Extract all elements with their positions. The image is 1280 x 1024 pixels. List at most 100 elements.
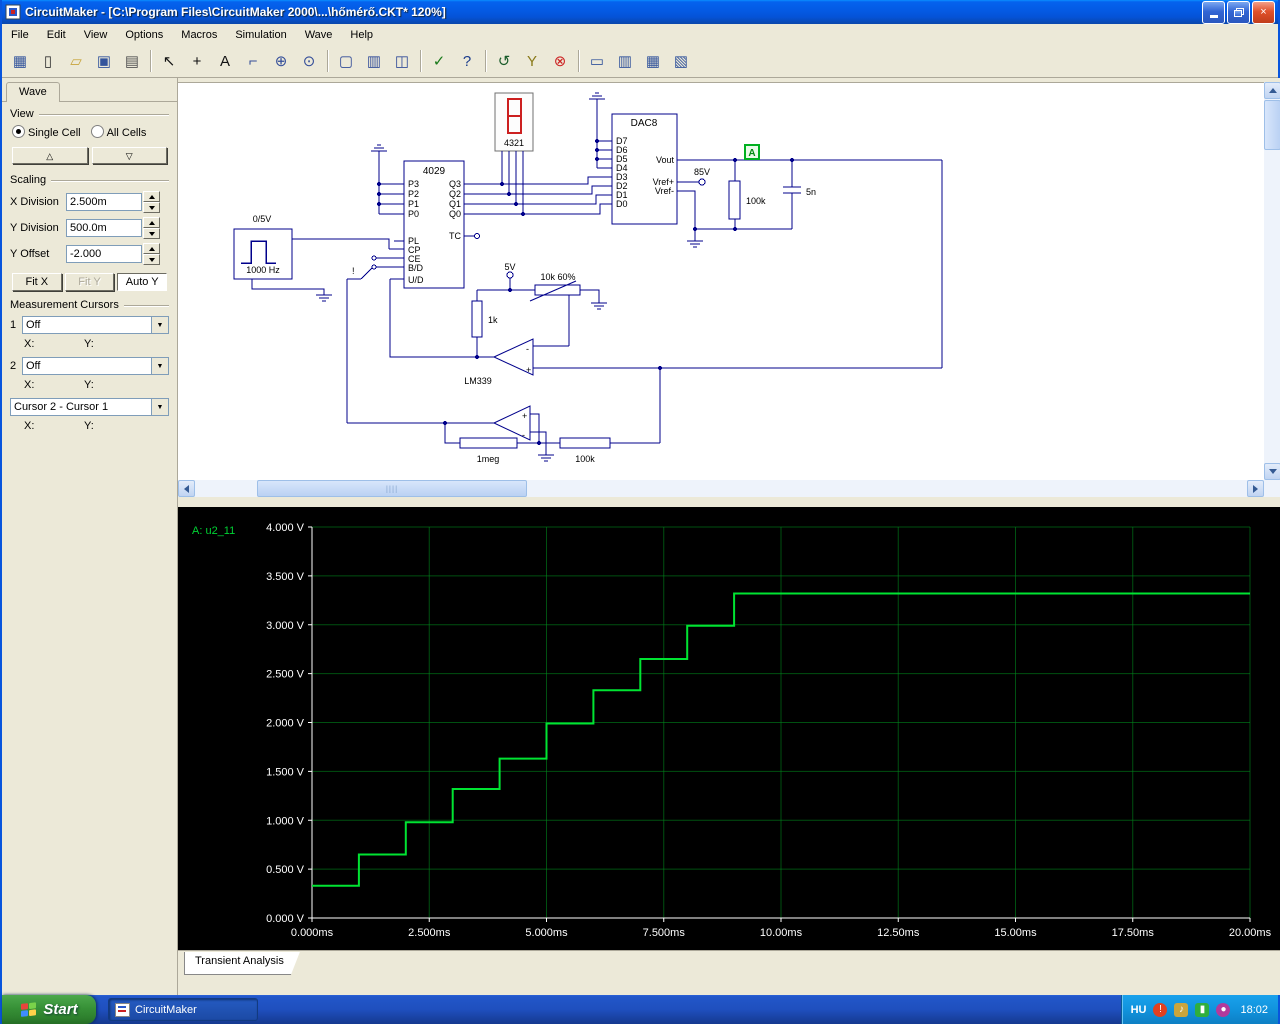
single-cell-radio[interactable]: Single Cell [12, 125, 81, 139]
volume-icon[interactable]: ♪ [1174, 1002, 1189, 1017]
move-down-button[interactable]: ▽ [91, 147, 167, 164]
taskbar-clock[interactable]: 18:02 [1240, 1004, 1268, 1016]
save-icon[interactable]: ▣ [91, 48, 117, 74]
digital-option-2-icon[interactable]: ▥ [612, 48, 638, 74]
schematic-vertical-scrollbar[interactable] [1264, 82, 1280, 480]
cursor-diff-select[interactable]: Cursor 2 - Cursor 1 ▼ [10, 398, 169, 416]
scroll-up-button[interactable] [1264, 82, 1280, 99]
x-division-spin-down[interactable] [143, 202, 160, 213]
start-button[interactable]: Start [2, 995, 96, 1024]
capacitor-5n[interactable] [783, 160, 801, 229]
reset-icon[interactable]: ↺ [491, 48, 517, 74]
tab-wave[interactable]: Wave [6, 82, 60, 102]
windows-logo-icon [21, 1001, 37, 1017]
ground-pot[interactable] [591, 302, 607, 310]
zoom-page-icon[interactable]: ▢ [333, 48, 359, 74]
messenger-icon[interactable]: ● [1216, 1002, 1231, 1017]
digital-option-4-icon[interactable]: ▧ [668, 48, 694, 74]
fit-y-button[interactable]: Fit Y [64, 273, 115, 291]
x-division-spin-up[interactable] [143, 191, 160, 202]
updown-switch[interactable] [346, 255, 377, 423]
menu-simulation[interactable]: Simulation [226, 26, 295, 44]
vertical-scroll-thumb[interactable] [1264, 100, 1280, 150]
sheet-icon[interactable]: ▥ [361, 48, 387, 74]
task-button-circuitmaker[interactable]: CircuitMaker [108, 998, 258, 1021]
resistor-1meg[interactable] [459, 437, 539, 449]
language-indicator[interactable]: HU [1131, 1004, 1147, 1016]
resistor-100k-fb[interactable] [539, 368, 661, 449]
schematic-canvas[interactable]: 4321 4029 P3 P2 P1 P0 PL CP CE B/D U/D Q… [178, 82, 1264, 481]
y-offset-spin-down[interactable] [143, 254, 160, 265]
all-cells-radio-circle[interactable] [90, 125, 104, 138]
close-button[interactable]: × [1252, 0, 1275, 24]
potentiometer-10k[interactable] [529, 280, 600, 347]
y-division-spin-up[interactable] [143, 217, 160, 228]
minimize-button[interactable] [1202, 0, 1225, 24]
probe-tool-icon[interactable]: Y [519, 48, 545, 74]
y-offset-input[interactable] [66, 245, 142, 263]
ground-vref[interactable] [687, 240, 703, 248]
print-icon[interactable]: ▤ [119, 48, 145, 74]
menu-edit[interactable]: Edit [38, 26, 75, 44]
stop-icon[interactable]: ⊗ [547, 48, 573, 74]
menu-file[interactable]: File [2, 26, 38, 44]
scroll-down-button[interactable] [1264, 463, 1280, 480]
help-icon[interactable]: ? [454, 48, 480, 74]
waveform-plot[interactable]: 0.000ms 2.500ms 5.000ms 7.500ms 10.00ms 12.50… [178, 507, 1280, 950]
y-division-spin-down[interactable] [143, 228, 160, 239]
y-division-input[interactable] [66, 219, 142, 237]
scroll-right-button[interactable] [1247, 480, 1264, 497]
auto-y-button[interactable]: Auto Y [117, 273, 168, 291]
dac8[interactable] [597, 113, 942, 229]
text-tool-icon[interactable]: A [212, 48, 238, 74]
security-shield-icon[interactable]: ! [1153, 1002, 1168, 1017]
digital-option-3-icon[interactable]: ▦ [640, 48, 666, 74]
ground-dac[interactable] [589, 92, 605, 168]
cursor1-dropdown-icon[interactable]: ▼ [151, 317, 168, 333]
fit-x-button[interactable]: Fit X [12, 273, 62, 291]
zoom-in-icon[interactable]: ⊕ [268, 48, 294, 74]
cursor-arrow-icon[interactable]: ↖ [156, 48, 182, 74]
measurement-cursors-section: Measurement Cursors 1 Off ▼ X: Y: 2 Off … [2, 293, 177, 432]
menu-options[interactable]: Options [116, 26, 172, 44]
cursor1-select[interactable]: Off ▼ [22, 316, 169, 334]
cursor2-select[interactable]: Off ▼ [22, 357, 169, 375]
single-cell-radio-circle[interactable] [12, 125, 25, 138]
wire-tool-icon[interactable]: ⌐ [240, 48, 266, 74]
scroll-left-button[interactable] [178, 480, 195, 497]
move-up-button[interactable]: △ [12, 147, 88, 164]
plus-tool-icon[interactable]: + [184, 48, 210, 74]
pulse-source[interactable] [233, 228, 390, 295]
horizontal-scroll-thumb[interactable]: |||| [257, 480, 527, 497]
bus-wires[interactable] [464, 176, 612, 215]
cursor2-dropdown-icon[interactable]: ▼ [151, 358, 168, 374]
split-view-icon[interactable]: ◫ [389, 48, 415, 74]
menu-macros[interactable]: Macros [172, 26, 226, 44]
menu-help[interactable]: Help [341, 26, 382, 44]
counter-4029[interactable] [376, 160, 480, 289]
menu-view[interactable]: View [75, 26, 117, 44]
x-tick-label: 17.50ms [1112, 927, 1155, 939]
supply-5v[interactable] [506, 271, 514, 290]
cursor2-x-label: X: [24, 379, 35, 391]
tab-transient-analysis[interactable]: Transient Analysis [184, 952, 300, 975]
schematic-horizontal-scrollbar[interactable]: |||| [178, 480, 1264, 497]
ground-source[interactable] [316, 294, 332, 302]
restore-button[interactable] [1227, 0, 1250, 24]
run-simulation-icon[interactable]: ✓ [426, 48, 452, 74]
ground-comp2[interactable] [538, 454, 554, 462]
display-wires[interactable] [501, 151, 524, 214]
magnifier-icon[interactable]: ⊙ [296, 48, 322, 74]
menu-wave[interactable]: Wave [296, 26, 342, 44]
comparator-lm339[interactable] [492, 160, 943, 376]
board-icon[interactable]: ▦ [7, 48, 33, 74]
safely-remove-icon[interactable]: ▮ [1195, 1002, 1210, 1017]
new-file-icon[interactable]: ▯ [35, 48, 61, 74]
all-cells-radio[interactable]: All Cells [90, 125, 146, 139]
open-folder-icon[interactable]: ▱ [63, 48, 89, 74]
cursor-diff-dropdown-icon[interactable]: ▼ [151, 399, 168, 415]
trace-label[interactable]: A: u2_11 [192, 525, 235, 537]
x-division-input[interactable] [66, 193, 142, 211]
digital-option-1-icon[interactable]: ▭ [584, 48, 610, 74]
y-offset-spin-up[interactable] [143, 243, 160, 254]
